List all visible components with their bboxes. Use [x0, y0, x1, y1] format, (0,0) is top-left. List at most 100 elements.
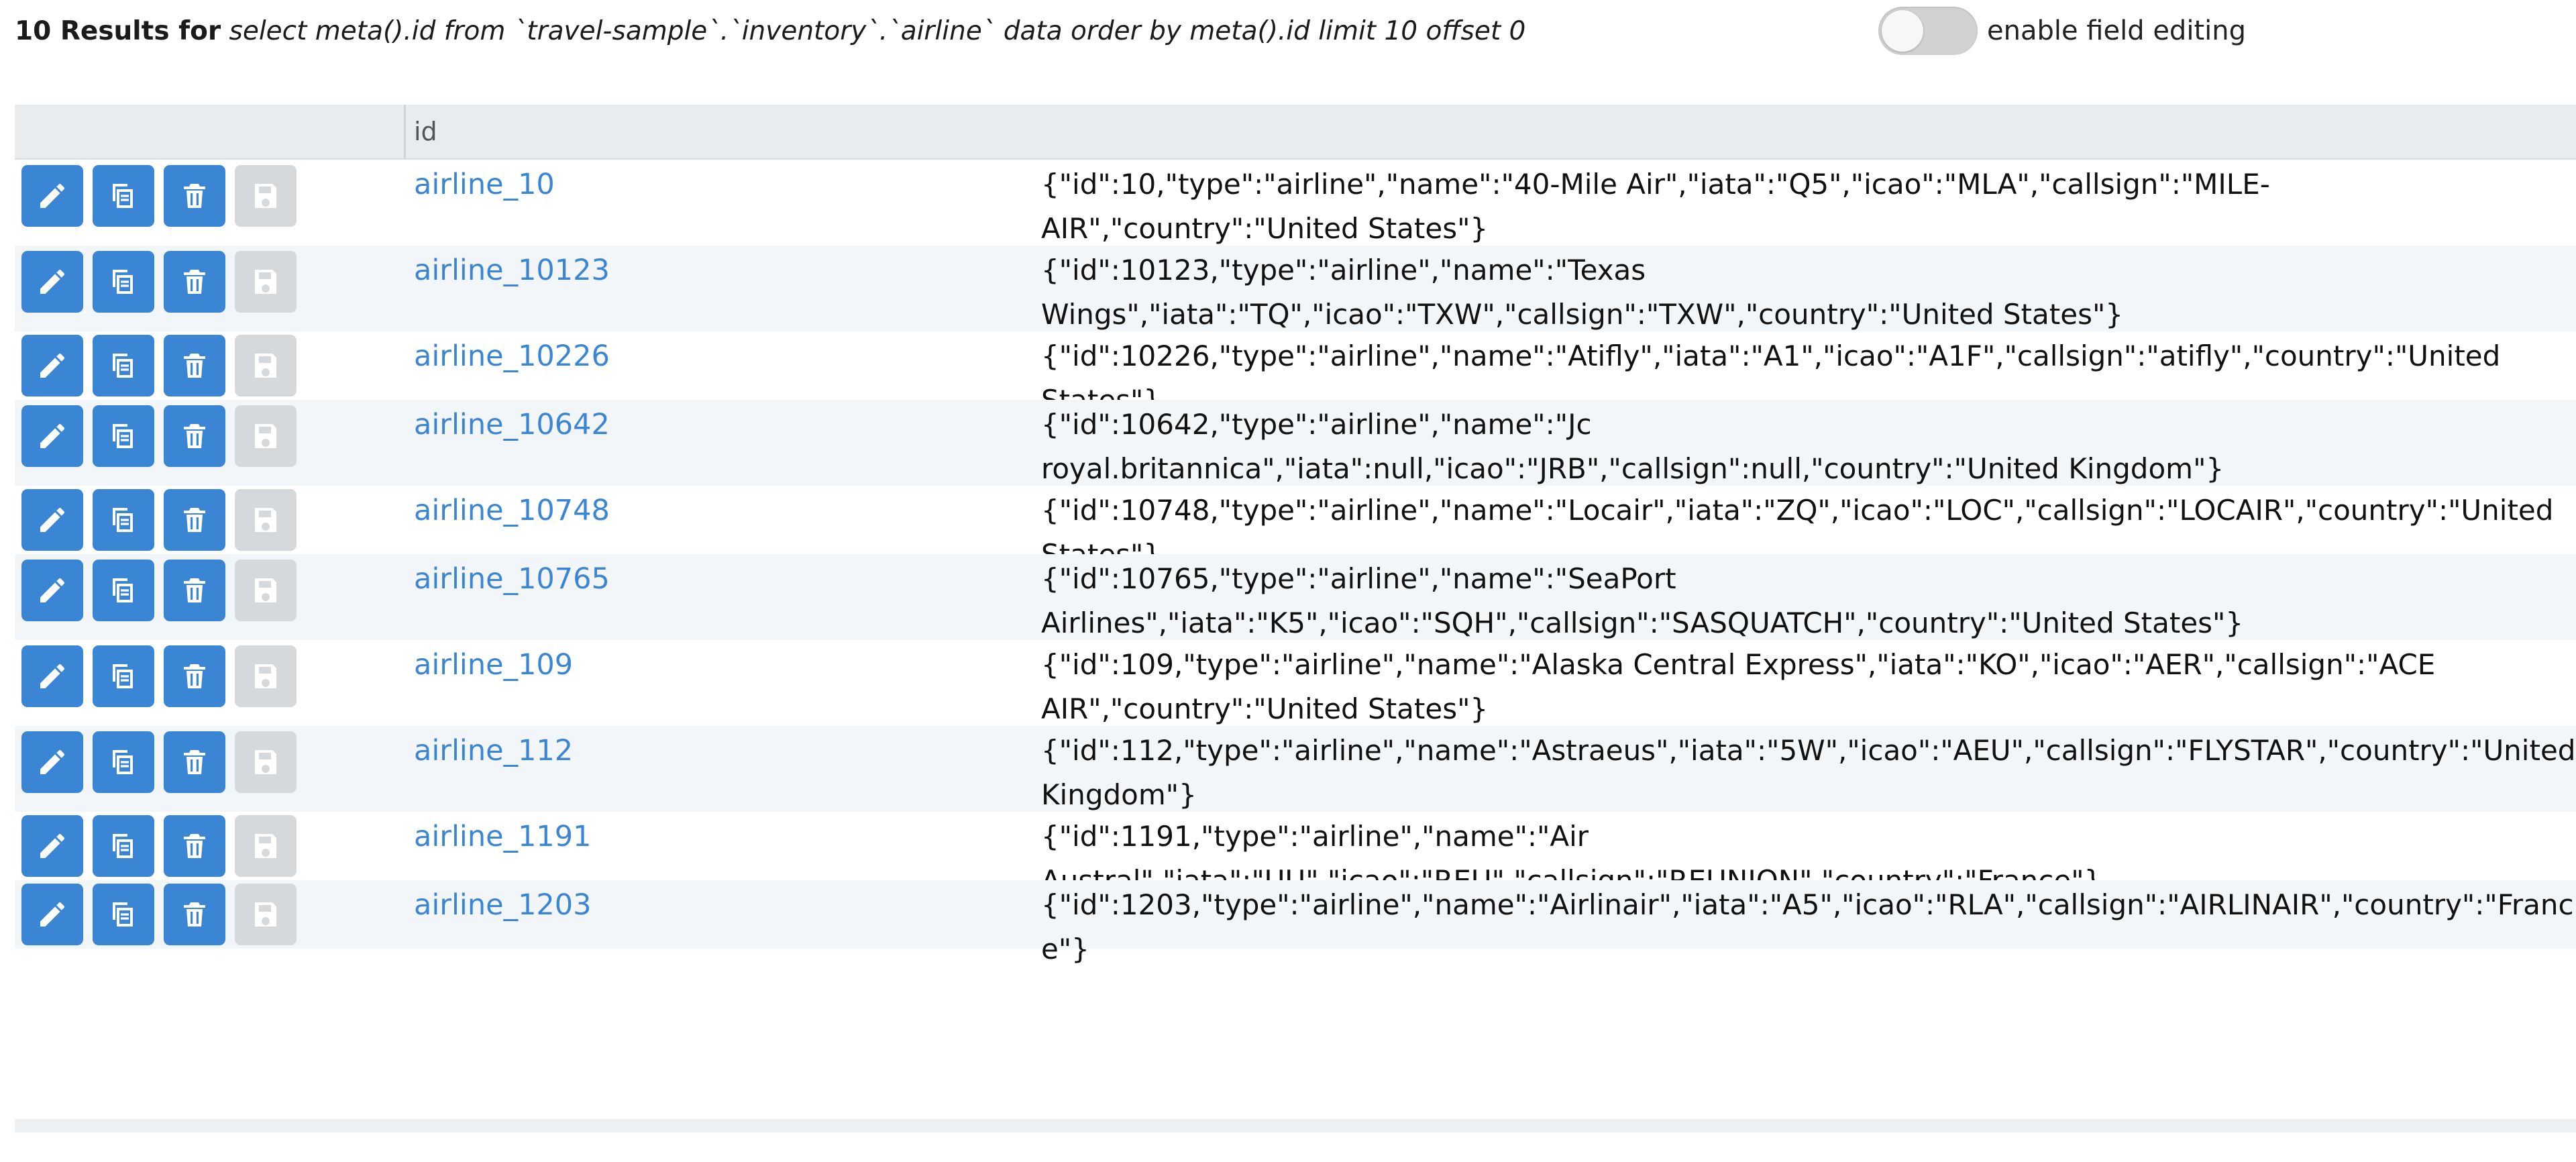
- row-actions: [21, 489, 306, 551]
- field-editing-label: enable field editing: [1987, 15, 2246, 46]
- save-document-button: [235, 165, 297, 227]
- save-icon: [250, 898, 282, 931]
- pencil-icon: [36, 660, 68, 692]
- table-row: airline_10642 {"id":10642,"type":"airline…: [15, 400, 2576, 486]
- toggle-knob: [1882, 10, 1923, 52]
- copy-document-button[interactable]: [93, 489, 154, 551]
- copy-document-button[interactable]: [93, 560, 154, 621]
- field-editing-toggle[interactable]: [1878, 7, 1978, 55]
- table-row: airline_10 {"id":10,"type":"airline","nam…: [15, 160, 2576, 246]
- copy-document-button[interactable]: [93, 815, 154, 877]
- document-id-link[interactable]: airline_10226: [414, 339, 610, 373]
- copy-icon: [107, 830, 140, 862]
- pencil-icon: [36, 266, 68, 298]
- pencil-icon: [36, 898, 68, 931]
- document-id-link[interactable]: airline_10123: [414, 254, 610, 287]
- save-document-button: [235, 335, 297, 397]
- pencil-icon: [36, 504, 68, 536]
- field-editing-control: enable field editing: [1878, 5, 2246, 56]
- copy-icon: [107, 504, 140, 536]
- row-actions: [21, 884, 306, 945]
- edit-document-button[interactable]: [21, 489, 83, 551]
- document-id-link[interactable]: airline_10642: [414, 408, 610, 441]
- copy-icon: [107, 574, 140, 606]
- trash-icon: [178, 660, 211, 692]
- trash-icon: [178, 746, 211, 778]
- edit-document-button[interactable]: [21, 251, 83, 313]
- column-separator[interactable]: [404, 105, 406, 158]
- document-id-link[interactable]: airline_10748: [414, 494, 610, 527]
- table-row: airline_10748 {"id":10748,"type":"airline…: [15, 486, 2576, 571]
- document-id-link[interactable]: airline_10765: [414, 562, 610, 596]
- table-row: airline_1203 {"id":1203,"type":"airline",…: [15, 880, 2576, 965]
- delete-document-button[interactable]: [164, 731, 225, 793]
- copy-document-button[interactable]: [93, 731, 154, 793]
- row-actions: [21, 165, 306, 227]
- table-row: airline_1191 {"id":1191,"type":"airline",…: [15, 812, 2576, 897]
- document-id-link[interactable]: airline_1203: [414, 888, 592, 922]
- delete-document-button[interactable]: [164, 489, 225, 551]
- delete-document-button[interactable]: [164, 335, 225, 397]
- table-scrollbar[interactable]: [15, 1119, 2576, 1132]
- edit-document-button[interactable]: [21, 645, 83, 707]
- trash-icon: [178, 830, 211, 862]
- trash-icon: [178, 420, 211, 452]
- document-json: {"id":10,"type":"airline","name":"40-Mil…: [1041, 168, 2270, 245]
- table-row: airline_112 {"id":112,"type":"airline","n…: [15, 726, 2576, 812]
- results-query: select meta().id from `travel-sample`.`i…: [229, 16, 1526, 46]
- delete-document-button[interactable]: [164, 815, 225, 877]
- pencil-icon: [36, 180, 68, 212]
- document-id-link[interactable]: airline_109: [414, 648, 573, 682]
- edit-document-button[interactable]: [21, 731, 83, 793]
- copy-document-button[interactable]: [93, 165, 154, 227]
- table-header: id: [15, 105, 2576, 160]
- edit-document-button[interactable]: [21, 165, 83, 227]
- edit-document-button[interactable]: [21, 405, 83, 467]
- results-count: 10 Results for: [15, 16, 221, 46]
- copy-document-button[interactable]: [93, 645, 154, 707]
- delete-document-button[interactable]: [164, 884, 225, 945]
- save-icon: [250, 350, 282, 382]
- document-id-link[interactable]: airline_1191: [414, 820, 592, 853]
- pencil-icon: [36, 420, 68, 452]
- row-actions: [21, 251, 306, 313]
- row-actions: [21, 560, 306, 621]
- copy-document-button[interactable]: [93, 335, 154, 397]
- pencil-icon: [36, 746, 68, 778]
- delete-document-button[interactable]: [164, 560, 225, 621]
- table-row: airline_10226 {"id":10226,"type":"airline…: [15, 331, 2576, 417]
- copy-document-button[interactable]: [93, 251, 154, 313]
- table-row: airline_10765 {"id":10765,"type":"airline…: [15, 554, 2576, 640]
- edit-document-button[interactable]: [21, 884, 83, 945]
- document-json: {"id":10642,"type":"airline","name":"Jc …: [1041, 408, 2224, 485]
- save-document-button: [235, 489, 297, 551]
- copy-icon: [107, 266, 140, 298]
- delete-document-button[interactable]: [164, 165, 225, 227]
- save-icon: [250, 420, 282, 452]
- trash-icon: [178, 180, 211, 212]
- copy-icon: [107, 746, 140, 778]
- save-icon: [250, 746, 282, 778]
- save-document-button: [235, 884, 297, 945]
- query-results-view: 10 Results for select meta().id from `tr…: [0, 0, 2576, 1162]
- table-row: airline_10123 {"id":10123,"type":"airline…: [15, 246, 2576, 331]
- table-row: airline_109 {"id":109,"type":"airline","n…: [15, 640, 2576, 726]
- copy-icon: [107, 350, 140, 382]
- save-icon: [250, 266, 282, 298]
- delete-document-button[interactable]: [164, 405, 225, 467]
- save-icon: [250, 830, 282, 862]
- id-column-header: id: [414, 117, 437, 146]
- edit-document-button[interactable]: [21, 560, 83, 621]
- document-id-link[interactable]: airline_10: [414, 168, 555, 201]
- edit-document-button[interactable]: [21, 335, 83, 397]
- copy-document-button[interactable]: [93, 405, 154, 467]
- results-summary: 10 Results for select meta().id from `tr…: [15, 15, 1525, 48]
- document-json: {"id":10765,"type":"airline","name":"Sea…: [1041, 562, 2244, 639]
- document-id-link[interactable]: airline_112: [414, 734, 573, 768]
- results-table: id airline_10 {"id":10,"type":"airline","…: [15, 105, 2576, 965]
- delete-document-button[interactable]: [164, 251, 225, 313]
- edit-document-button[interactable]: [21, 815, 83, 877]
- copy-document-button[interactable]: [93, 884, 154, 945]
- copy-icon: [107, 180, 140, 212]
- delete-document-button[interactable]: [164, 645, 225, 707]
